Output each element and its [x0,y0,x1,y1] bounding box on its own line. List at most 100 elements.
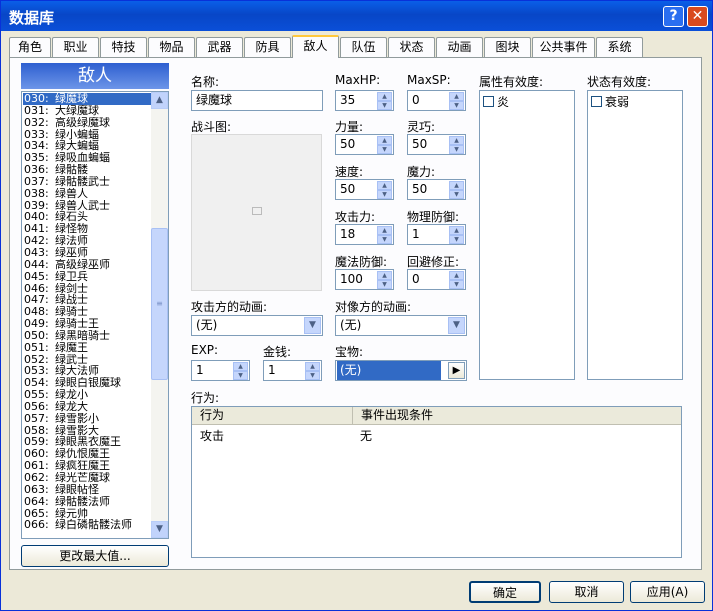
name-input[interactable]: 绿魔球 [191,90,323,111]
enemy-list[interactable]: 030: 绿魔球 031: 大绿魔球 032: 高级绿魔球 033: 绿小蝙蝠 034: 绿大蝙蝠… [21,91,169,539]
list-item[interactable]: 038: 绿兽人 [23,188,152,200]
tab-6[interactable]: 敌人 [292,35,339,58]
agi-spinner[interactable]: 50 ▲ ▼ [335,179,394,200]
treasure-select[interactable]: (无) ▶ [335,360,467,381]
list-item[interactable]: 043: 绿巫师 [23,247,152,259]
name-label: 名称: [191,75,220,89]
list-item[interactable]: 065: 绿元帅 [23,508,152,520]
int-spinner[interactable]: 50 ▲ ▼ [407,179,466,200]
list-item[interactable]: 057: 绿雪影小 [23,413,152,425]
tab-9[interactable]: 动画 [436,37,483,57]
list-item[interactable]: 032: 高级绿魔球 [23,117,152,129]
list-item[interactable]: 050: 绿黑暗骑士 [23,330,152,342]
list-item[interactable]: 048: 绿骑士 [23,306,152,318]
list-item[interactable]: 035: 绿吸血蝙蝠 [23,152,152,164]
state-list[interactable]: 衰弱 [587,90,683,380]
gold-spinner[interactable]: 1 ▲ ▼ [263,360,322,381]
list-item[interactable]: 039: 绿兽人武士 [23,200,152,212]
state-checkbox[interactable]: 衰弱 [591,93,629,110]
tab-5[interactable]: 防具 [244,37,291,57]
list-item[interactable]: 066: 绿白磷骷髅法师 [23,519,152,531]
change-max-button[interactable]: 更改最大值... [21,545,169,567]
maxsp-spinner[interactable]: 0 ▲ ▼ [407,90,466,111]
treasure-label: 宝物: [335,345,364,359]
list-item[interactable]: 034: 绿大蝙蝠 [23,140,152,152]
battler-image[interactable] [191,134,322,291]
tab-2[interactable]: 特技 [100,37,147,57]
list-item[interactable]: 060: 绿仇恨魔王 [23,448,152,460]
tab-0[interactable]: 角色 [9,37,51,57]
list-item[interactable]: 055: 绿龙小 [23,389,152,401]
scroll-thumb[interactable]: ≡ [151,228,168,380]
element-list[interactable]: 炎 [479,90,575,380]
attack-anim-select[interactable]: (无) ▼ [191,315,323,336]
attack-anim-label: 攻击方的动画: [191,300,268,314]
tab-1[interactable]: 职业 [52,37,99,57]
list-item[interactable]: 040: 绿石头 [23,211,152,223]
pdef-spinner[interactable]: 1 ▲ ▼ [407,224,466,245]
list-item[interactable]: 031: 大绿魔球 [23,105,152,117]
tab-8[interactable]: 状态 [388,37,435,57]
list-item[interactable]: 061: 绿疯狂魔王 [23,460,152,472]
list-item[interactable]: 033: 绿小蝙蝠 [23,129,152,141]
pdef-label: 物理防御: [407,210,460,224]
list-item[interactable]: 062: 绿光芒魔球 [23,472,152,484]
condition-cell[interactable]: 无 [360,427,372,444]
tab-11[interactable]: 公共事件 [532,37,595,57]
exp-spinner[interactable]: 1 ▲ ▼ [191,360,250,381]
actions-table[interactable]: 行为 事件出现条件 攻击 无 [191,406,682,558]
mdef-label: 魔法防御: [335,255,388,269]
exp-label: EXP: [191,343,219,357]
atk-spinner[interactable]: 18 ▲ ▼ [335,224,394,245]
list-item[interactable]: 037: 绿骷髅武士 [23,176,152,188]
tab-10[interactable]: 图块 [484,37,531,57]
cancel-button[interactable]: 取消 [549,581,624,603]
list-item[interactable]: 036: 绿骷髅 [23,164,152,176]
target-anim-select[interactable]: (无) ▼ [335,315,467,336]
list-item[interactable]: 030: 绿魔球 [23,93,152,105]
chevron-down-icon: ▼ [448,317,465,334]
list-item[interactable]: 056: 绿龙大 [23,401,152,413]
list-item[interactable]: 042: 绿法师 [23,235,152,247]
list-item[interactable]: 063: 绿眼帖怪 [23,484,152,496]
eva-spinner[interactable]: 0 ▲ ▼ [407,269,466,290]
tab-3[interactable]: 物品 [148,37,195,57]
mdef-spinner[interactable]: 100 ▲ ▼ [335,269,394,290]
list-item[interactable]: 064: 绿骷髅法师 [23,496,152,508]
list-scrollbar[interactable]: ▲ ≡ ▼ [151,92,168,538]
list-item[interactable]: 051: 绿魔王 [23,342,152,354]
action-cell[interactable]: 攻击 [200,427,224,444]
maxsp-label: MaxSP: [407,73,451,87]
scroll-up-icon[interactable]: ▲ [151,92,168,109]
list-item[interactable]: 049: 绿骑士王 [23,318,152,330]
maxhp-spinner[interactable]: 35 ▲ ▼ [335,90,394,111]
int-label: 魔力: [407,165,436,179]
gold-label: 金钱: [263,345,292,359]
close-button[interactable]: ✕ [687,6,708,27]
list-item[interactable]: 047: 绿战士 [23,294,152,306]
str-spinner[interactable]: 50 ▲ ▼ [335,134,394,155]
list-item[interactable]: 046: 绿剑士 [23,283,152,295]
apply-button[interactable]: 应用(A) [630,581,705,603]
tab-12[interactable]: 系统 [596,37,643,57]
chevron-down-icon: ▼ [304,317,321,334]
tab-7[interactable]: 队伍 [340,37,387,57]
list-item[interactable]: 054: 绿眼白银魔球 [23,377,152,389]
list-header: 敌人 [21,63,169,89]
element-label: 属性有效度: [479,75,544,89]
dex-spinner[interactable]: 50 ▲ ▼ [407,134,466,155]
tab-4[interactable]: 武器 [196,37,243,57]
help-button[interactable]: ? [663,6,684,27]
list-item[interactable]: 044: 高级绿巫师 [23,259,152,271]
ok-button[interactable]: 确定 [469,581,541,603]
list-item[interactable]: 045: 绿卫兵 [23,271,152,283]
list-item[interactable]: 041: 绿怪物 [23,223,152,235]
col-action-header: 行为 [192,407,352,425]
list-item[interactable]: 058: 绿雪影大 [23,425,152,437]
list-item[interactable]: 052: 绿武士 [23,354,152,366]
element-checkbox[interactable]: 炎 [483,93,509,110]
state-label: 状态有效度: [587,75,652,89]
list-item[interactable]: 053: 绿大法师 [23,365,152,377]
scroll-down-icon[interactable]: ▼ [151,521,168,538]
list-item[interactable]: 059: 绿眼黑衣魔王 [23,436,152,448]
